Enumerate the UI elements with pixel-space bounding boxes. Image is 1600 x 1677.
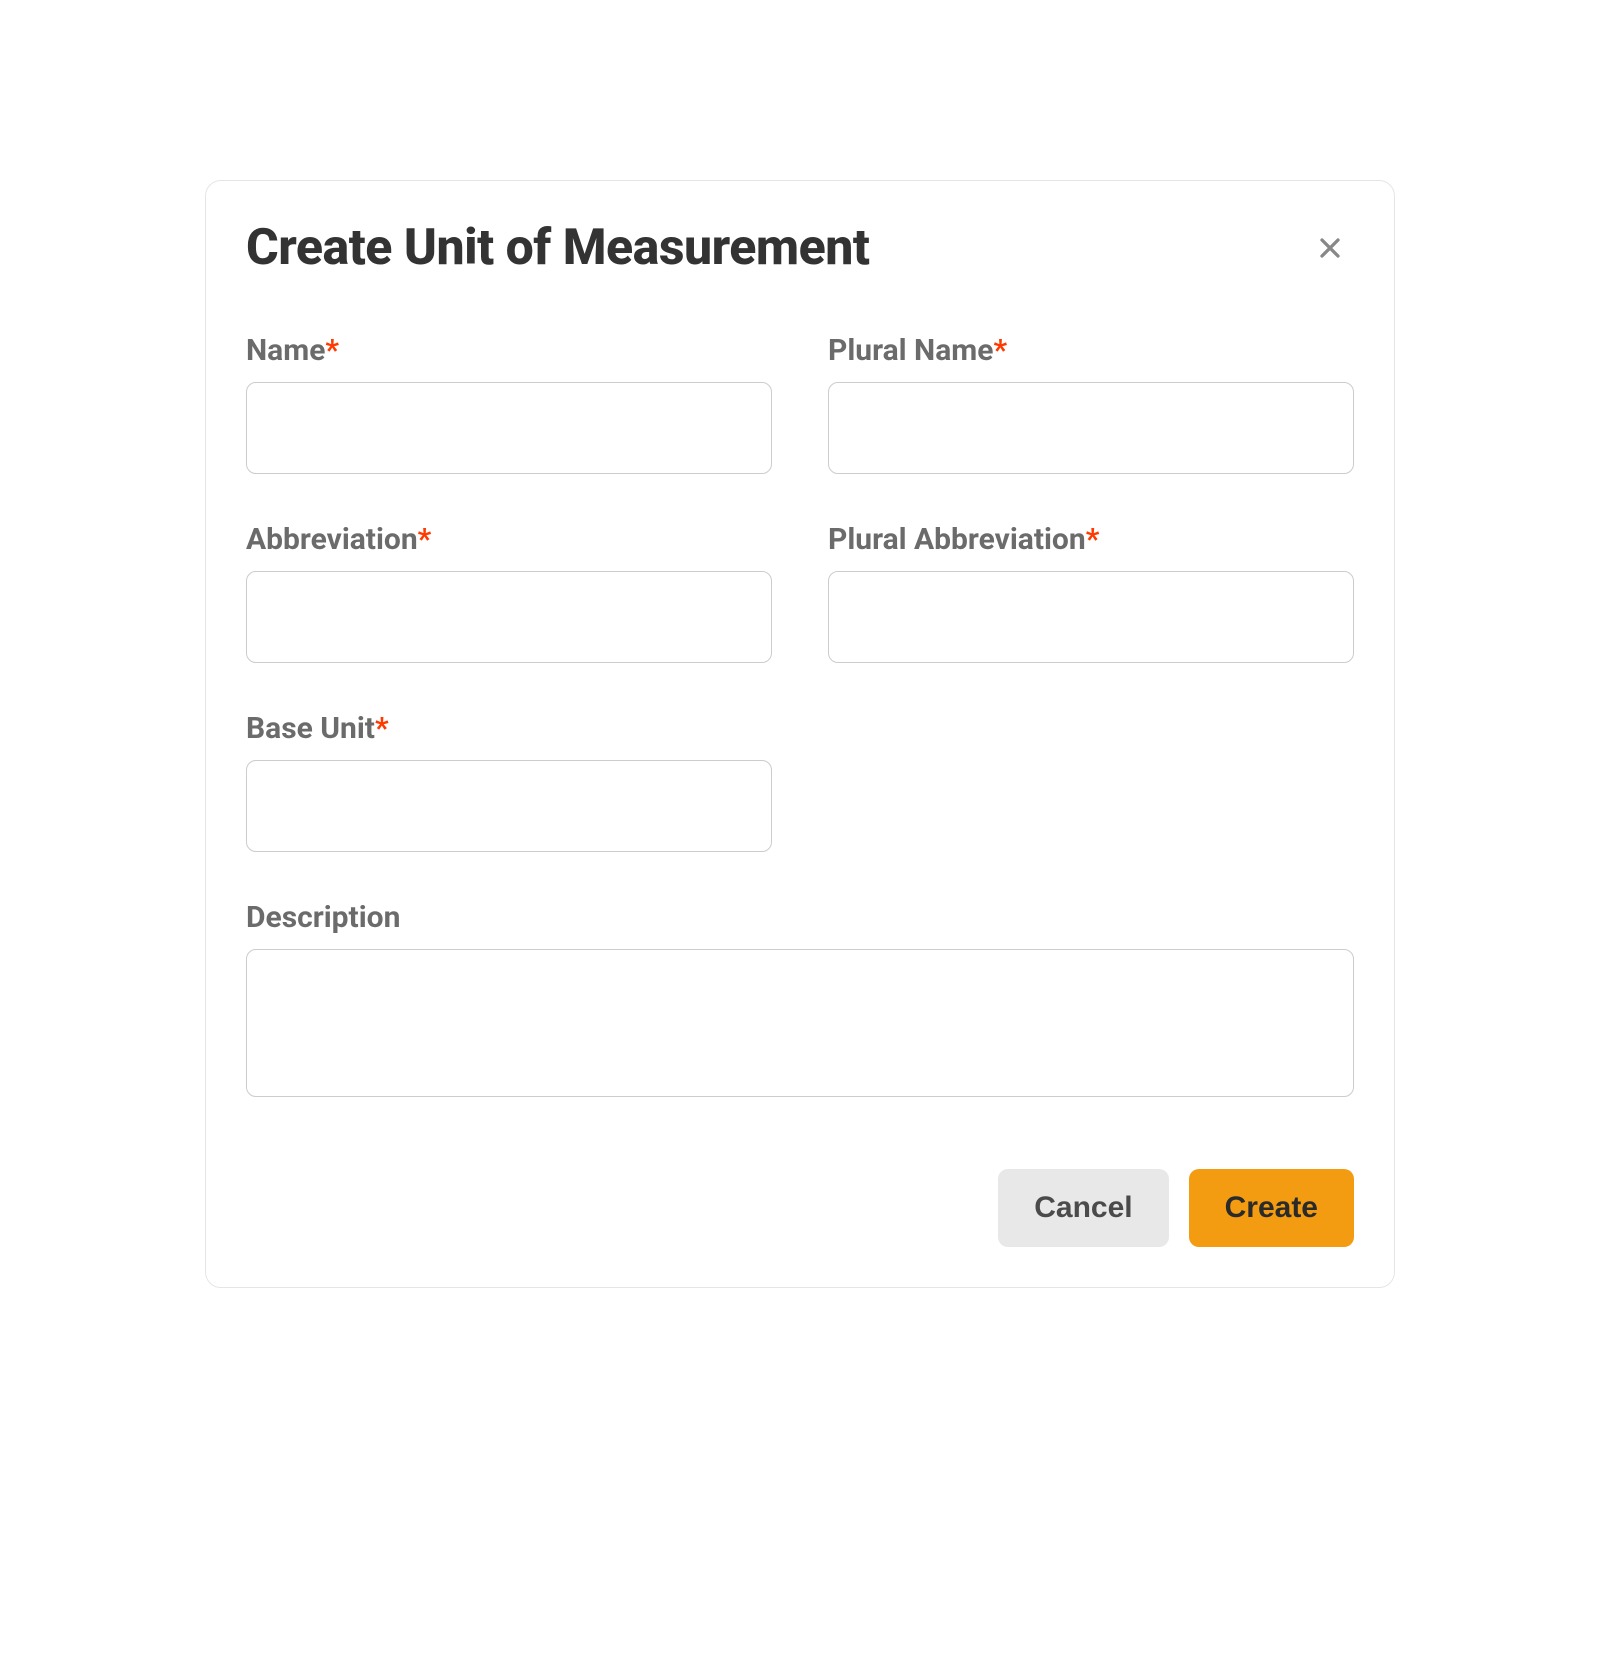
plural-abbreviation-label: Plural Abbreviation* [828, 522, 1354, 557]
close-icon [1314, 232, 1346, 264]
modal-title: Create Unit of Measurement [246, 219, 869, 277]
description-input[interactable] [246, 949, 1354, 1097]
create-unit-modal: Create Unit of Measurement Name* Plural … [205, 180, 1395, 1288]
modal-header: Create Unit of Measurement [246, 219, 1354, 277]
name-input[interactable] [246, 382, 772, 474]
plural-name-input[interactable] [828, 382, 1354, 474]
field-group-base-unit: Base Unit* [246, 711, 772, 852]
create-button[interactable]: Create [1189, 1169, 1354, 1247]
base-unit-label: Base Unit* [246, 711, 772, 746]
field-group-abbreviation: Abbreviation* [246, 522, 772, 663]
required-asterisk: * [375, 711, 389, 746]
form-grid: Name* Plural Name* Abbreviation* Plural … [246, 333, 1354, 1097]
field-group-plural-name: Plural Name* [828, 333, 1354, 474]
close-button[interactable] [1306, 224, 1354, 272]
name-label-text: Name [246, 333, 325, 368]
modal-footer: Cancel Create [246, 1169, 1354, 1247]
required-asterisk: * [1086, 522, 1100, 557]
description-label-text: Description [246, 900, 400, 935]
required-asterisk: * [993, 333, 1007, 368]
base-unit-input[interactable] [246, 760, 772, 852]
abbreviation-label-text: Abbreviation [246, 522, 418, 557]
name-label: Name* [246, 333, 772, 368]
base-unit-label-text: Base Unit [246, 711, 375, 746]
plural-abbreviation-input[interactable] [828, 571, 1354, 663]
plural-abbreviation-label-text: Plural Abbreviation [828, 522, 1086, 557]
required-asterisk: * [325, 333, 339, 368]
plural-name-label: Plural Name* [828, 333, 1354, 368]
description-label: Description [246, 900, 1354, 935]
field-group-plural-abbreviation: Plural Abbreviation* [828, 522, 1354, 663]
required-asterisk: * [418, 522, 432, 557]
abbreviation-label: Abbreviation* [246, 522, 772, 557]
plural-name-label-text: Plural Name [828, 333, 993, 368]
abbreviation-input[interactable] [246, 571, 772, 663]
field-group-name: Name* [246, 333, 772, 474]
cancel-button[interactable]: Cancel [998, 1169, 1168, 1247]
field-group-description: Description [246, 900, 1354, 1097]
